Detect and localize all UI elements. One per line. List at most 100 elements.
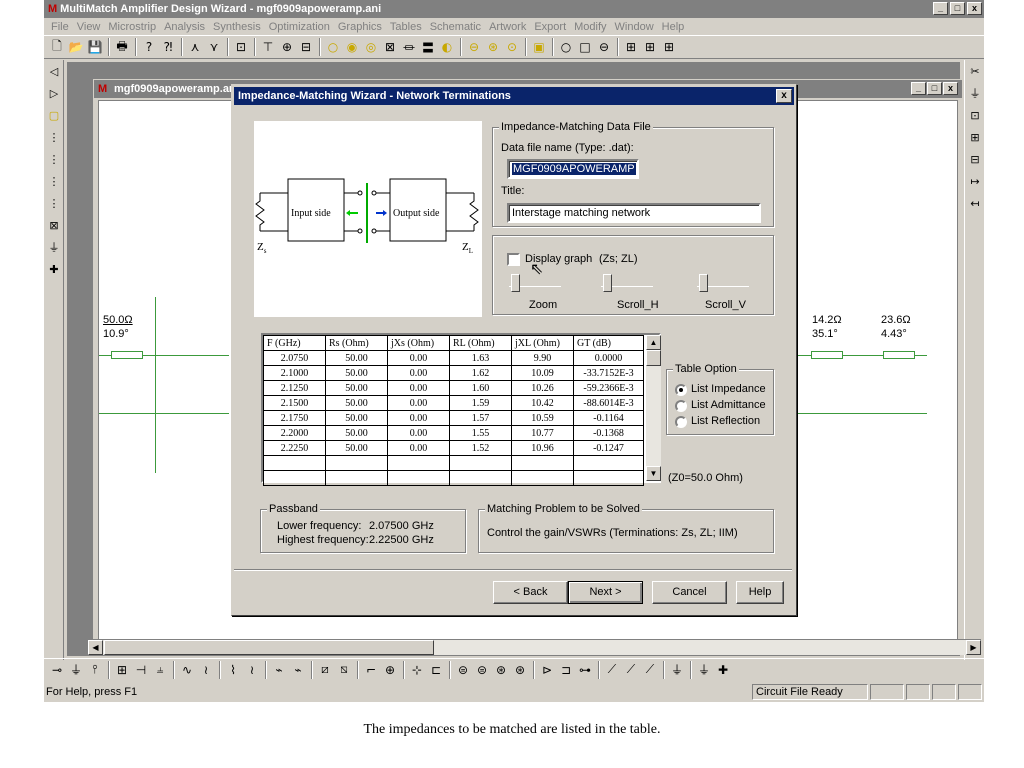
menu-synthesis[interactable]: Synthesis	[209, 21, 265, 33]
help-button[interactable]: Help	[736, 581, 784, 604]
circuit-a-icon[interactable]: ⋮	[44, 126, 64, 148]
insert-icon[interactable]: ⊡	[232, 38, 250, 56]
port-c-icon[interactable]: ⊶	[576, 661, 594, 679]
box-series-icon[interactable]: ⊞	[113, 661, 131, 679]
component-c-icon[interactable]: ⊞	[660, 38, 678, 56]
circle-e-icon[interactable]: ⊛	[484, 38, 502, 56]
coil-series-icon[interactable]: ∿	[178, 661, 196, 679]
yellow-square-icon[interactable]: ▢	[44, 104, 64, 126]
menu-optimization[interactable]: Optimization	[265, 21, 334, 33]
capacitor-shunt-icon[interactable]: ⫨	[151, 661, 169, 679]
coupler-a-icon[interactable]: ⊜	[454, 661, 472, 679]
file-name-input[interactable]: MGF0909APOWERAMP	[507, 159, 639, 179]
table-row[interactable]: 2.1000 50.00 0.00 1.62 10.09 -33.7152E-3	[263, 365, 644, 381]
circuit-b-icon[interactable]: ⋮	[44, 148, 64, 170]
menu-export[interactable]: Export	[530, 21, 570, 33]
cross-icon[interactable]: ✚	[714, 661, 732, 679]
resistor-series-icon[interactable]: ⊸	[48, 661, 66, 679]
next-button[interactable]: Next >	[568, 581, 643, 604]
stub-b-icon[interactable]: ⌁	[289, 661, 307, 679]
box-dot-icon[interactable]: ⊡	[965, 104, 984, 126]
save-icon[interactable]: 💾	[86, 38, 104, 56]
cross-icon[interactable]: ✚	[44, 258, 64, 280]
doc-close-button[interactable]: x	[943, 82, 958, 95]
title-input[interactable]: Interstage matching network	[507, 203, 761, 223]
tool-f-icon[interactable]: ⏛	[400, 38, 418, 56]
menu-artwork[interactable]: Artwork	[485, 21, 530, 33]
scroll-v-slider-thumb[interactable]	[699, 274, 708, 292]
tool-g-icon[interactable]: 〓	[419, 38, 437, 56]
arrow-left-icon[interactable]: ↤	[965, 192, 984, 214]
scroll-left-icon[interactable]: ◀	[88, 640, 103, 655]
port-right-icon[interactable]: ▷	[44, 82, 64, 104]
bend-icon[interactable]: ⌐	[362, 661, 380, 679]
circle-d-icon[interactable]: ⊖	[465, 38, 483, 56]
circle-a-icon[interactable]: ○	[324, 38, 342, 56]
line-a-icon[interactable]: ⧄	[316, 661, 334, 679]
minus-box-icon[interactable]: ⊟	[965, 148, 984, 170]
ground-icon[interactable]: ⏚	[44, 236, 64, 258]
inductor-icon[interactable]: ⫯	[86, 661, 104, 679]
tee-icon[interactable]: ⊕	[381, 661, 399, 679]
circle-f-icon[interactable]: ⊙	[503, 38, 521, 56]
scroll-up-icon[interactable]: ▲	[646, 335, 661, 350]
table-row[interactable]: 2.1750 50.00 0.00 1.57 10.59 -0.1164	[263, 410, 644, 426]
slash-b-icon[interactable]: ⟋	[622, 661, 640, 679]
cancel-button[interactable]: Cancel	[652, 581, 727, 604]
circuit-c-icon[interactable]: ⋮	[44, 170, 64, 192]
doc-maximize-button[interactable]: □	[927, 82, 942, 95]
menu-tables[interactable]: Tables	[386, 21, 426, 33]
resistor-shunt-icon[interactable]: ⏚	[67, 661, 85, 679]
menu-help[interactable]: Help	[658, 21, 689, 33]
square-icon[interactable]: ▣	[530, 38, 548, 56]
ring-icon[interactable]: ○	[557, 38, 575, 56]
help-icon[interactable]: ?	[140, 38, 158, 56]
table-row[interactable]: 2.0750 50.00 0.00 1.63 9.90 0.0000	[263, 350, 644, 366]
scroll-right-icon[interactable]: ▶	[966, 640, 981, 655]
box-icon[interactable]: □	[576, 38, 594, 56]
menu-file[interactable]: File	[47, 21, 73, 33]
open-folder-icon[interactable]: 📂	[67, 38, 85, 56]
line-b-icon[interactable]: ⧅	[335, 661, 353, 679]
new-file-icon[interactable]: 🗋	[48, 38, 66, 56]
scroll-h-slider-thumb[interactable]	[603, 274, 612, 292]
close-button[interactable]: x	[967, 2, 982, 15]
list-impedance-radio[interactable]	[675, 384, 687, 396]
context-help-icon[interactable]: ⁈	[159, 38, 177, 56]
scissors-icon[interactable]: ✂	[965, 60, 984, 82]
tool-c-icon[interactable]: ⊤	[259, 38, 277, 56]
table-row[interactable]	[263, 455, 644, 471]
dot-ring-icon[interactable]: ⊖	[595, 38, 613, 56]
plus-box-icon[interactable]: ⊞	[965, 126, 984, 148]
tool-a-icon[interactable]: ⋏	[186, 38, 204, 56]
menu-microstrip[interactable]: Microstrip	[104, 21, 160, 33]
impedance-table[interactable]: F (GHz) Rs (Ohm) jXs (Ohm) RL (Ohm) jXL …	[261, 333, 661, 486]
menu-analysis[interactable]: Analysis	[160, 21, 209, 33]
doc-minimize-button[interactable]: _	[911, 82, 926, 95]
slash-c-icon[interactable]: ⟋	[641, 661, 659, 679]
grid-icon[interactable]: ⊠	[381, 38, 399, 56]
stub-a-icon[interactable]: ⌁	[270, 661, 288, 679]
scroll-thumb[interactable]	[104, 640, 434, 655]
component-a-icon[interactable]: ⊞	[622, 38, 640, 56]
table-scroll-thumb[interactable]	[646, 350, 661, 366]
table-row[interactable]: 2.1250 50.00 0.00 1.60 10.26 -59.2366E-3	[263, 380, 644, 396]
slash-a-icon[interactable]: ⟋	[603, 661, 621, 679]
tool-e-icon[interactable]: ⊟	[297, 38, 315, 56]
port-left-icon[interactable]: ◁	[44, 60, 64, 82]
list-reflection-radio[interactable]	[675, 416, 687, 428]
coupler-b-icon[interactable]: ⊜	[473, 661, 491, 679]
coupler-c-icon[interactable]: ⊛	[492, 661, 510, 679]
rc-shunt-icon[interactable]: ≀	[243, 661, 261, 679]
menu-schematic[interactable]: Schematic	[426, 21, 485, 33]
circle-c-icon[interactable]: ◎	[362, 38, 380, 56]
coil-shunt-icon[interactable]: ≀	[197, 661, 215, 679]
menu-graphics[interactable]: Graphics	[334, 21, 386, 33]
table-row[interactable]: 2.1500 50.00 0.00 1.59 10.42 -88.6014E-3	[263, 395, 644, 411]
minimize-button[interactable]: _	[933, 2, 948, 15]
print-icon[interactable]: 🖶	[113, 38, 131, 56]
dialog-close-button[interactable]: x	[776, 89, 792, 103]
arrow-right-icon[interactable]: ↦	[965, 170, 984, 192]
menu-view[interactable]: View	[73, 21, 105, 33]
zoom-slider-thumb[interactable]	[511, 274, 520, 292]
